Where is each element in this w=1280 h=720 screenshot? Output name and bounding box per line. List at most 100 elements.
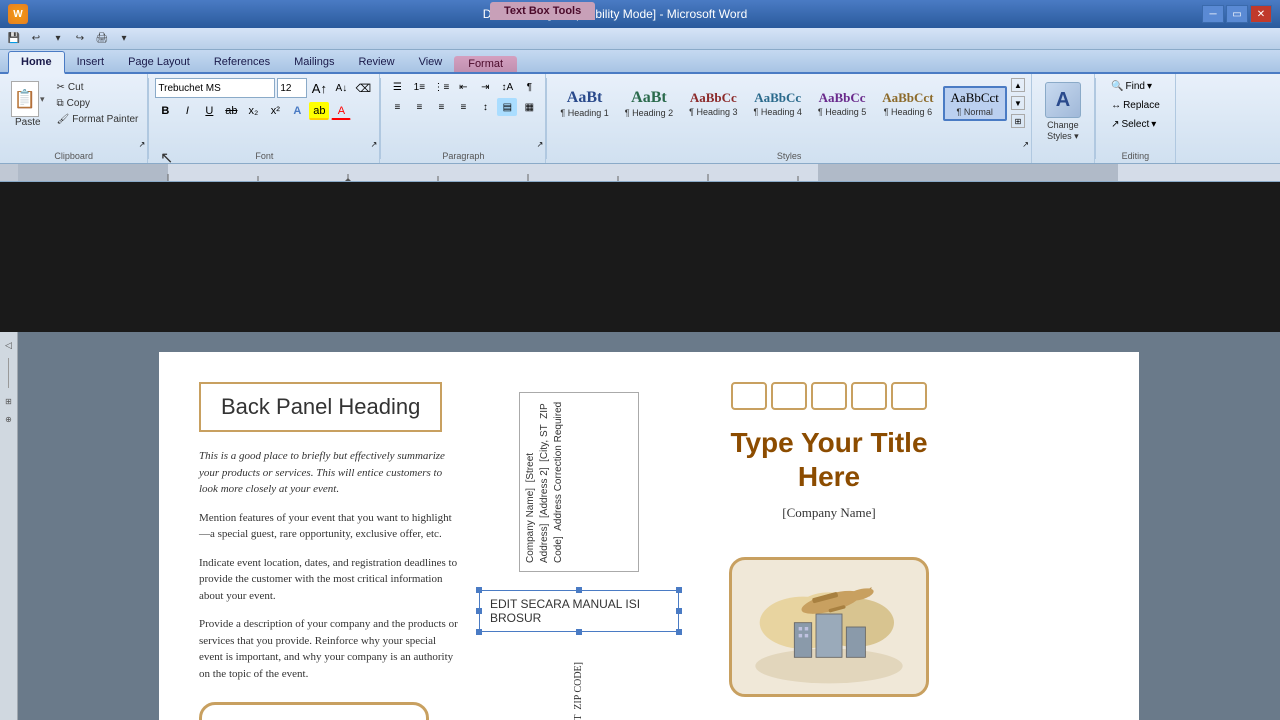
tab-home[interactable]: Home (8, 51, 65, 74)
font-dialog-launcher[interactable]: ↗ (371, 140, 378, 149)
find-button[interactable]: 🔍 Find ▾ (1106, 78, 1157, 95)
style-heading1-button[interactable]: AaBt ¶ Heading 1 (553, 86, 615, 121)
body-text-3[interactable]: Provide a description of your company an… (199, 616, 459, 682)
window-controls[interactable]: ─ ▭ ✕ (1202, 5, 1272, 23)
style-heading5-button[interactable]: AaBbCc ¶ Heading 5 (811, 87, 873, 120)
shading-button[interactable]: ▤ (497, 98, 517, 116)
style-normal-button[interactable]: AaBbCct ¶ Normal (943, 86, 1007, 121)
styles-scroll-down[interactable]: ▼ (1011, 96, 1025, 110)
styles-expand[interactable]: ⊞ (1011, 114, 1025, 128)
format-painter-button[interactable]: 🖌 Format Painter (54, 112, 142, 127)
underline-button[interactable]: U (199, 102, 219, 120)
styles-scroll-up[interactable]: ▲ (1011, 78, 1025, 92)
handle-br[interactable] (676, 629, 682, 635)
restore-button[interactable]: ▭ (1226, 5, 1248, 23)
company-name-text[interactable]: [Company Name] (782, 505, 876, 521)
tab-format[interactable]: Format (454, 56, 517, 72)
print-preview-button[interactable]: 🖨 (92, 30, 112, 48)
paste-button[interactable]: 📋 ▾ Paste (6, 78, 50, 131)
heading5-label: ¶ Heading 5 (818, 107, 866, 117)
heading3-preview: AaBbCc (690, 90, 737, 106)
style-heading3-button[interactable]: AaBbCc ¶ Heading 3 (682, 87, 744, 120)
bottom-left-box[interactable] (199, 702, 429, 720)
panel-toggle-icon[interactable]: ◁ (2, 338, 16, 352)
align-center-button[interactable]: ≡ (409, 98, 429, 116)
replace-button[interactable]: ↔ Replace (1106, 97, 1165, 114)
paragraph-dialog-launcher[interactable]: ↗ (537, 140, 544, 149)
font-color-button[interactable]: A (331, 102, 351, 120)
handle-mr[interactable] (676, 608, 682, 614)
clipboard-dialog-launcher[interactable]: ↗ (139, 140, 146, 149)
numbering-button[interactable]: 1≡ (409, 78, 429, 96)
align-left-button[interactable]: ≡ (387, 98, 407, 116)
align-right-button[interactable]: ≡ (431, 98, 451, 116)
document[interactable]: Back Panel Heading This is a good place … (159, 352, 1139, 720)
main-area: ◁ ⊞ ⊕ Back Panel Heading This is a good … (0, 166, 1280, 720)
bold-button[interactable]: B (155, 102, 175, 120)
style-heading4-button[interactable]: AaBbCc ¶ Heading 4 (747, 87, 809, 120)
font-name-input[interactable] (155, 78, 275, 98)
grow-font-button[interactable]: A↑ (309, 79, 329, 97)
back-panel-heading-box[interactable]: Back Panel Heading (199, 382, 442, 432)
decrease-indent-button[interactable]: ⇤ (453, 78, 473, 96)
justify-button[interactable]: ≡ (453, 98, 473, 116)
edit-box-container[interactable]: EDIT SECARA MANUAL ISI BROSUR (479, 590, 679, 632)
increase-indent-button[interactable]: ⇥ (475, 78, 495, 96)
tab-references[interactable]: References (202, 52, 282, 72)
shrink-font-button[interactable]: A↓ (331, 79, 351, 97)
heading5-preview: AaBbCc (819, 90, 866, 106)
minimize-button[interactable]: ─ (1202, 5, 1224, 23)
handle-bl[interactable] (476, 629, 482, 635)
copy-button[interactable]: ⧉ Copy (54, 96, 142, 111)
strikethrough-button[interactable]: ab (221, 102, 241, 120)
handle-tc[interactable] (576, 587, 582, 593)
tab-page-layout[interactable]: Page Layout (116, 52, 202, 72)
line-spacing-button[interactable]: ↕ (475, 98, 495, 116)
save-button[interactable]: 💾 (4, 30, 24, 48)
change-styles-button[interactable]: A ChangeStyles ▾ (1038, 78, 1088, 146)
borders-button[interactable]: ▦ (519, 98, 539, 116)
image-placeholder[interactable] (729, 557, 929, 697)
edit-textbox[interactable]: EDIT SECARA MANUAL ISI BROSUR (479, 590, 679, 632)
select-button[interactable]: ↗ Select ▾ (1106, 116, 1161, 133)
zoom-icon[interactable]: ⊕ (2, 412, 16, 426)
paste-dropdown-icon[interactable]: ▾ (40, 94, 45, 105)
undo-dropdown-button[interactable]: ▾ (48, 30, 68, 48)
heading2-label: ¶ Heading 2 (625, 108, 673, 118)
undo-button[interactable]: ↩ (26, 30, 46, 48)
body-text-2[interactable]: Indicate event location, dates, and regi… (199, 555, 459, 605)
clear-format-button[interactable]: ⌫ (353, 79, 373, 97)
style-heading6-button[interactable]: AaBbCct ¶ Heading 6 (875, 87, 940, 120)
sort-button[interactable]: ↕A (497, 78, 517, 96)
tab-view[interactable]: View (407, 52, 455, 72)
bullets-button[interactable]: ☰ (387, 78, 407, 96)
show-formatting-button[interactable]: ¶ (519, 78, 539, 96)
body-text-1[interactable]: Mention features of your event that you … (199, 510, 459, 543)
italic-button[interactable]: I (177, 102, 197, 120)
view-icon[interactable]: ⊞ (2, 394, 16, 408)
body-italic-text[interactable]: This is a good place to briefly but effe… (199, 448, 459, 498)
copy-icon: ⧉ (57, 98, 64, 109)
superscript-button[interactable]: x² (265, 102, 285, 120)
tab-review[interactable]: Review (346, 52, 406, 72)
cut-button[interactable]: ✂ Cut (54, 80, 142, 95)
tab-mailings[interactable]: Mailings (282, 52, 346, 72)
font-size-input[interactable] (277, 78, 307, 98)
close-button[interactable]: ✕ (1250, 5, 1272, 23)
text-effects-button[interactable]: A (287, 102, 307, 120)
redo-button[interactable]: ↪ (70, 30, 90, 48)
multilevel-button[interactable]: ⋮≡ (431, 78, 451, 96)
handle-bc[interactable] (576, 629, 582, 635)
handle-tl[interactable] (476, 587, 482, 593)
style-heading2-button[interactable]: AaBt ¶ Heading 2 (618, 86, 680, 121)
subscript-button[interactable]: x₂ (243, 102, 263, 120)
handle-ml[interactable] (476, 608, 482, 614)
quick-access-toolbar: 💾 ↩ ▾ ↪ 🖨 ▾ (0, 28, 1280, 50)
text-highlight-button[interactable]: ab (309, 102, 329, 120)
type-your-title[interactable]: Type Your TitleHere (730, 426, 927, 493)
signature-placeholder-icon (264, 712, 364, 720)
qat-more-button[interactable]: ▾ (114, 30, 134, 48)
handle-tr[interactable] (676, 587, 682, 593)
styles-dialog-launcher[interactable]: ↗ (1022, 140, 1029, 149)
tab-insert[interactable]: Insert (65, 52, 117, 72)
